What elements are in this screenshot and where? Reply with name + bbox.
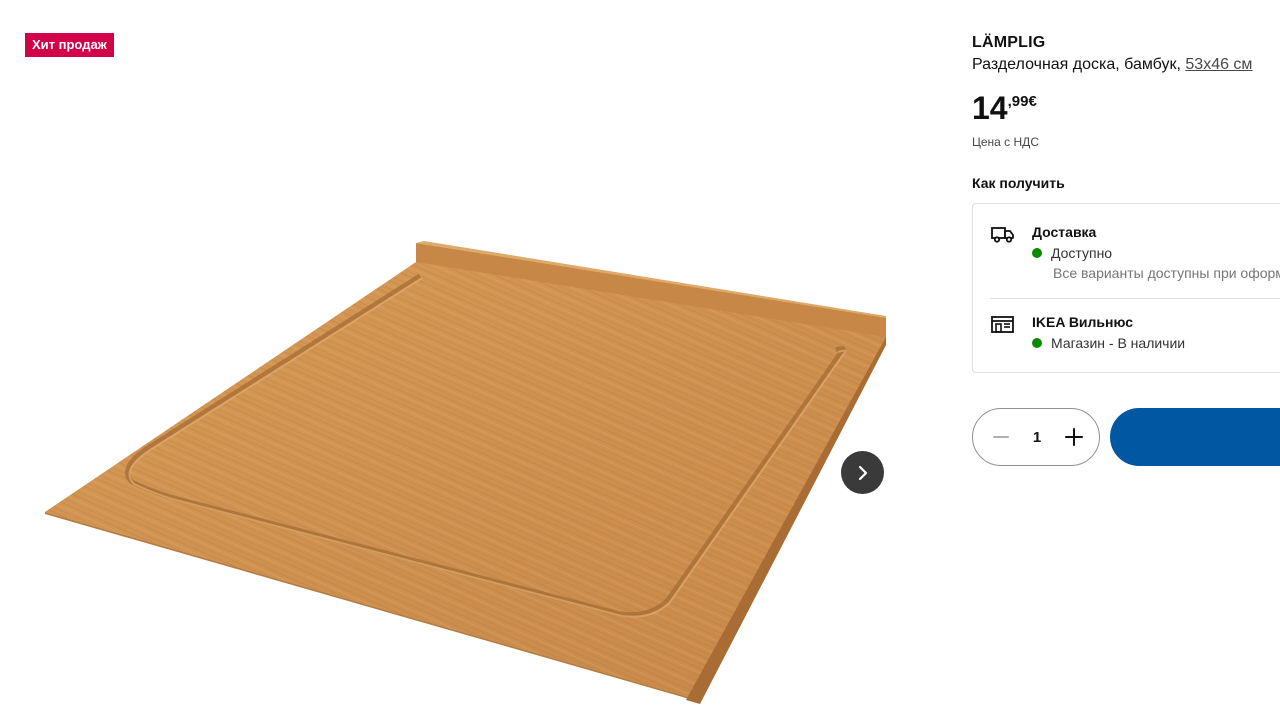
product-size-link[interactable]: 53x46 см <box>1185 56 1252 73</box>
product-gallery: Хит продаж <box>0 0 930 706</box>
product-info: LÄMPLIG Разделочная доска, бамбук, 53x46… <box>972 0 1280 706</box>
chevron-right-icon <box>858 465 867 480</box>
delivery-status-text: Доступно <box>1051 245 1113 261</box>
truck-icon <box>991 227 1014 243</box>
quantity-input[interactable] <box>1023 425 1051 449</box>
product-description-text: Разделочная доска, бамбук, <box>972 56 1186 73</box>
add-to-cart-button[interactable] <box>1110 408 1280 466</box>
delivery-note: Все варианты доступны при оформлении зак… <box>1053 265 1280 281</box>
delivery-title: Доставка <box>1032 224 1097 240</box>
in-stock-dot <box>1032 338 1042 348</box>
quantity-stepper <box>972 408 1100 466</box>
store-status: Магазин - В наличии <box>1032 335 1185 351</box>
bestseller-badge: Хит продаж <box>25 33 114 57</box>
decrease-quantity-button[interactable] <box>987 423 1015 451</box>
product-price: 14,99€ <box>972 90 1037 126</box>
available-dot <box>1032 248 1042 258</box>
delivery-status: Доступно <box>1032 245 1112 261</box>
store-title: IKEA Вильнюс <box>1032 314 1134 330</box>
price-decimal: ,99€ <box>1007 93 1037 110</box>
price-integer: 14 <box>972 90 1008 126</box>
product-description: Разделочная доска, бамбук, 53x46 см <box>972 56 1252 74</box>
increase-quantity-button[interactable] <box>1060 423 1088 451</box>
fulfillment-box: Доставка Доступно Все варианты доступны … <box>972 203 1280 373</box>
next-image-button[interactable] <box>841 451 884 494</box>
product-name: LÄMPLIG <box>972 34 1046 51</box>
product-page: Хит продаж LÄMPLIG Разделочная доска, ба… <box>0 0 1280 706</box>
fulfillment-divider <box>990 298 1280 299</box>
fulfillment-title: Как получить <box>972 175 1065 191</box>
product-image <box>45 241 886 704</box>
store-status-text: Магазин - В наличии <box>1051 335 1186 351</box>
store-icon <box>991 316 1014 333</box>
vat-note: Цена с НДС <box>972 135 1039 149</box>
